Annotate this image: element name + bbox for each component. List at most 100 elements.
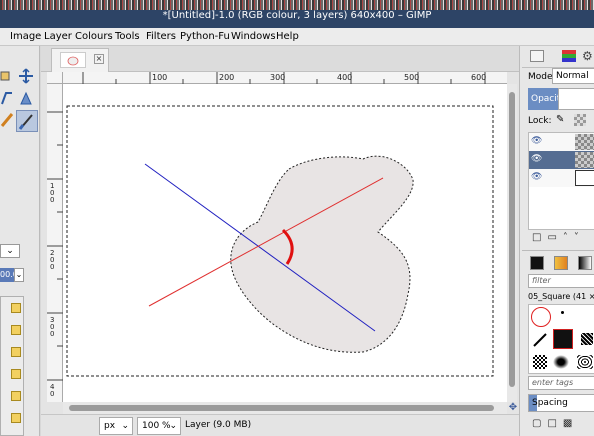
spacing-slider[interactable]: Spacing (528, 394, 594, 412)
brush-tags-input[interactable]: enter tags (528, 376, 594, 390)
flip-tool-icon[interactable] (18, 90, 34, 106)
ruler-label: 500 (404, 73, 419, 82)
ruler-label: 600 (471, 73, 486, 82)
opacity-slider[interactable]: Opacity (528, 88, 566, 110)
brush-item-selected[interactable] (553, 329, 573, 349)
lower-icon[interactable]: ˅ (574, 232, 585, 243)
svg-text:0: 0 (50, 263, 54, 271)
status-info: Layer (9.0 MB) (185, 420, 252, 430)
brush-preset-icon[interactable] (11, 325, 21, 335)
tool-option-value[interactable]: 00.0 (0, 268, 18, 282)
brush-item[interactable] (531, 307, 551, 327)
layer-actions: □▭˄˅ (532, 232, 594, 246)
menu-colours[interactable]: Colours (75, 31, 113, 42)
brush-actions: ▢□▩ (532, 418, 594, 432)
lock-alpha-icon[interactable] (574, 114, 586, 126)
paths-tab-icon[interactable]: ⚙ (582, 50, 594, 62)
brush-filter-input[interactable]: filter (528, 274, 594, 288)
menu-layer[interactable]: Layer (44, 31, 72, 42)
align-tool-icon[interactable] (18, 68, 34, 84)
canvas-drawing[interactable] (63, 84, 507, 402)
layer-thumbnail (575, 170, 594, 186)
brush-item[interactable] (553, 355, 569, 369)
layer-thumbnail (575, 134, 594, 150)
brush-preset-icon[interactable] (11, 413, 21, 423)
eye-icon[interactable]: 👁 (531, 136, 542, 146)
brush-preset-icon[interactable] (11, 391, 21, 401)
vertical-ruler-ticks: 100 200 300 40 (47, 111, 63, 398)
eye-icon[interactable]: 👁 (531, 154, 542, 164)
layers-tab-icon[interactable] (530, 50, 544, 62)
horizontal-ruler-ticks: 100 200 300 400 500 600 (82, 72, 486, 84)
image-thumbnail (60, 52, 86, 68)
zoom-value: 100 % (142, 421, 171, 431)
gradients-tab-icon[interactable] (578, 256, 592, 270)
window-title: *[Untitled]-1.0 (RGB colour, 3 layers) 6… (162, 10, 432, 21)
toolbox-panel: ⌄ 00.0 ⌄ (0, 46, 40, 436)
new-layer-icon[interactable]: □ (532, 232, 547, 243)
image-tab-bar: ⨯ (41, 46, 519, 72)
menu-windows[interactable]: Windows (231, 31, 276, 42)
duplicate-brush-icon[interactable]: ▩ (563, 418, 578, 429)
vertical-scrollbar[interactable] (507, 84, 517, 402)
channels-tab-icon[interactable] (562, 50, 576, 62)
brush-item[interactable] (533, 355, 547, 369)
unit-select[interactable]: px ⌄ (99, 417, 133, 435)
brush-item[interactable] (561, 311, 564, 314)
brush-item[interactable] (577, 355, 593, 369)
lock-paint-icon[interactable]: ✎ (556, 114, 566, 126)
menu-tools[interactable]: Tools (115, 31, 140, 42)
raise-icon[interactable]: ˄ (563, 232, 574, 243)
chevron-down-icon: ⌄ (169, 421, 177, 431)
menu-python-fu[interactable]: Python-Fu (180, 31, 230, 42)
brush-item[interactable] (533, 333, 547, 347)
layer-row[interactable]: 👁 (529, 169, 594, 187)
dock-separator (522, 250, 594, 251)
close-icon[interactable]: ⨯ (94, 54, 104, 64)
dock-tab-strip: ⚙ (522, 46, 594, 68)
menu-filters[interactable]: Filters (146, 31, 176, 42)
unit-value: px (104, 421, 116, 431)
tool-option-dropdown[interactable]: ⌄ (0, 244, 20, 258)
ruler-label: 300 (270, 73, 285, 82)
edit-brush-icon[interactable]: ▢ (532, 418, 547, 429)
scale-tool-icon[interactable] (0, 68, 16, 84)
spacing-label: Spacing (532, 398, 568, 408)
brush-preset-icon[interactable] (11, 369, 21, 379)
menu-image[interactable]: Image (10, 31, 41, 42)
brushes-tab-icon[interactable] (530, 256, 544, 270)
image-tab[interactable]: ⨯ (51, 48, 109, 72)
folder-icon[interactable]: ▭ (547, 232, 562, 243)
zoom-select[interactable]: 100 % ⌄ (137, 417, 181, 435)
perspective-tool-icon[interactable] (0, 90, 16, 106)
navigate-icon[interactable]: ✥ (507, 402, 519, 414)
chevron-down-icon: ⌄ (121, 421, 129, 431)
brush-preset-icon[interactable] (11, 347, 21, 357)
mode-select[interactable]: Normal (552, 68, 594, 84)
patterns-tab-icon[interactable] (554, 256, 568, 270)
canvas[interactable] (63, 84, 507, 402)
brush-grid (528, 304, 594, 374)
tool-option-spin[interactable]: ⌄ (14, 268, 24, 282)
new-brush-icon[interactable]: □ (547, 418, 562, 429)
layer-thumbnail (575, 152, 594, 168)
paintbrush-tool-icon[interactable] (16, 110, 38, 132)
menu-bar: Image Layer Colours Tools Filters Python… (0, 28, 594, 46)
horizontal-scrollbar[interactable] (63, 402, 507, 414)
opacity-slider-track[interactable] (558, 88, 594, 110)
eye-icon[interactable]: 👁 (531, 172, 542, 182)
layer-row-selected[interactable]: 👁 (529, 151, 594, 169)
selection-outline[interactable] (230, 155, 414, 353)
brush-preset-icon[interactable] (11, 303, 21, 313)
ruler-corner[interactable] (47, 72, 63, 84)
horizontal-scroll-thumb[interactable] (69, 405, 494, 411)
vertical-scroll-thumb[interactable] (509, 92, 515, 387)
svg-text:0: 0 (50, 390, 54, 398)
tool-options-frame (0, 296, 24, 436)
desktop-background-strip (0, 0, 594, 10)
smudge-tool-icon[interactable] (0, 112, 16, 128)
menu-help[interactable]: Help (276, 31, 299, 42)
layer-row[interactable]: 👁 (529, 133, 594, 151)
layers-list: 👁 👁 👁 (528, 132, 594, 230)
brush-item[interactable] (581, 333, 593, 345)
